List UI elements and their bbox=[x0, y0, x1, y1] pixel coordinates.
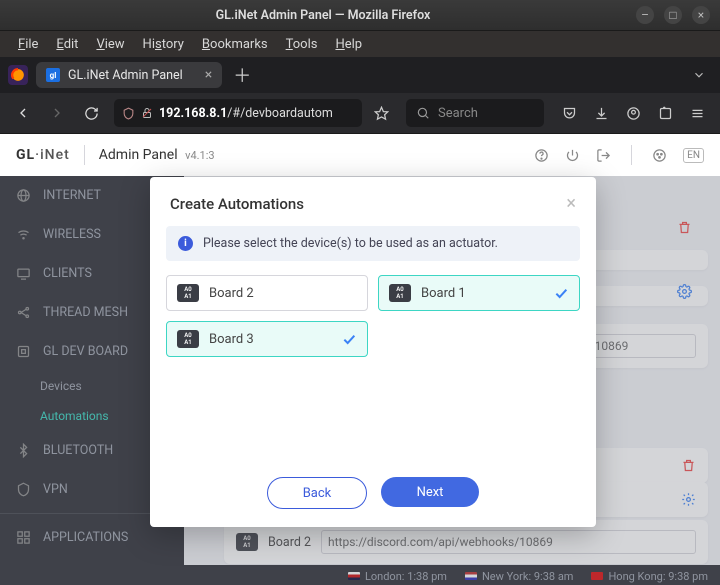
window-title: GL.iNet Admin Panel — Mozilla Firefox bbox=[10, 8, 636, 23]
logout-icon[interactable] bbox=[596, 148, 611, 163]
nav-reload-button[interactable] bbox=[76, 98, 106, 128]
menu-view[interactable]: View bbox=[88, 35, 132, 54]
tabs-dropdown-button[interactable] bbox=[686, 62, 712, 88]
check-icon bbox=[341, 331, 357, 347]
menu-file[interactable]: File bbox=[10, 35, 46, 54]
create-automations-modal: Create Automations × i Please select the… bbox=[150, 177, 596, 527]
menu-bookmarks[interactable]: Bookmarks bbox=[194, 35, 276, 54]
app-brand: GL·iNet bbox=[16, 147, 70, 163]
language-badge[interactable]: EN bbox=[683, 148, 704, 163]
device-label: Board 1 bbox=[421, 286, 466, 301]
menu-history[interactable]: History bbox=[135, 35, 192, 54]
new-tab-button[interactable]: ＋ bbox=[228, 61, 256, 89]
board-icon: A0A1 bbox=[177, 330, 199, 348]
downloads-button[interactable] bbox=[586, 98, 616, 128]
menu-help[interactable]: Help bbox=[327, 35, 370, 54]
search-bar[interactable]: Search bbox=[406, 99, 544, 127]
board-icon: A0A1 bbox=[389, 284, 411, 302]
device-option-board-2[interactable]: A0A1 Board 2 bbox=[166, 275, 368, 311]
device-label: Board 2 bbox=[209, 286, 254, 301]
app-menu-button[interactable] bbox=[682, 98, 712, 128]
device-label: Board 3 bbox=[209, 332, 254, 347]
window-close-button[interactable]: × bbox=[692, 6, 710, 24]
help-icon[interactable] bbox=[534, 148, 549, 163]
search-icon bbox=[416, 106, 430, 120]
tab-close-button[interactable]: × bbox=[205, 67, 212, 83]
menu-tools[interactable]: Tools bbox=[278, 35, 326, 54]
modal-info: i Please select the device(s) to be used… bbox=[166, 226, 580, 261]
menu-edit[interactable]: Edit bbox=[48, 35, 86, 54]
bookmark-button[interactable] bbox=[366, 98, 396, 128]
url-bar[interactable]: 192.168.8.1/#/devboardautom bbox=[114, 99, 362, 127]
pocket-button[interactable] bbox=[554, 98, 584, 128]
extensions-button[interactable] bbox=[650, 98, 680, 128]
search-placeholder: Search bbox=[438, 106, 478, 121]
theme-icon[interactable] bbox=[652, 148, 667, 163]
lock-icon bbox=[141, 107, 153, 119]
firefox-icon bbox=[8, 65, 28, 85]
tab-label: GL.iNet Admin Panel bbox=[68, 68, 183, 83]
url-text: 192.168.8.1/#/devboardautom bbox=[159, 106, 333, 121]
power-icon[interactable] bbox=[565, 148, 580, 163]
next-button[interactable]: Next bbox=[381, 477, 479, 507]
menubar: File Edit View History Bookmarks Tools H… bbox=[0, 31, 720, 57]
account-button[interactable] bbox=[618, 98, 648, 128]
modal-title: Create Automations bbox=[170, 195, 304, 213]
nav-back-button[interactable] bbox=[8, 98, 38, 128]
shield-icon bbox=[122, 107, 135, 120]
info-icon: i bbox=[178, 236, 193, 251]
device-option-board-1[interactable]: A0A1 Board 1 bbox=[378, 275, 580, 311]
modal-close-button[interactable]: × bbox=[566, 193, 576, 214]
favicon-icon: gl bbox=[46, 68, 60, 82]
window-maximize-button[interactable]: □ bbox=[664, 6, 682, 24]
board-icon: A0A1 bbox=[177, 284, 199, 302]
panel-title: Admin Panel v4.1:3 bbox=[99, 147, 215, 163]
back-button[interactable]: Back bbox=[267, 477, 367, 509]
check-icon bbox=[553, 285, 569, 301]
device-option-board-3[interactable]: A0A1 Board 3 bbox=[166, 321, 368, 357]
browser-tab[interactable]: gl GL.iNet Admin Panel × bbox=[36, 62, 222, 88]
nav-forward-button[interactable] bbox=[42, 98, 72, 128]
window-minimize-button[interactable]: – bbox=[636, 6, 654, 24]
